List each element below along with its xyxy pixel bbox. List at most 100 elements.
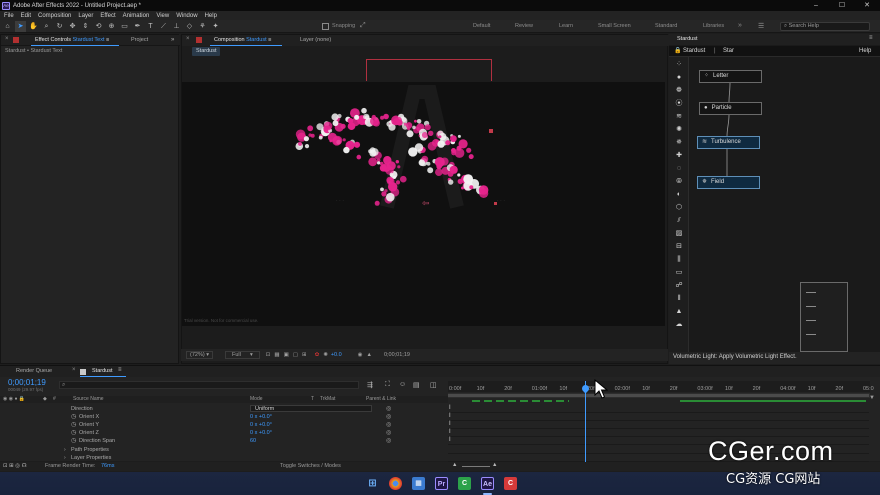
panel-overflow-icon[interactable]: » (171, 37, 174, 43)
field-node-icon[interactable]: ✵ (674, 138, 684, 148)
fractal-node-icon[interactable]: ⦀ (674, 294, 684, 304)
composition-viewer[interactable]: ⇦ · · · · · · Trial version. Not for com… (182, 82, 665, 326)
workspace-learn[interactable]: Learn (559, 23, 573, 29)
menu-effect[interactable]: Effect (100, 13, 115, 19)
menu-help[interactable]: Help (205, 13, 217, 19)
force-node-icon[interactable]: ✺ (674, 125, 684, 135)
cger-app-icon[interactable]: C (504, 477, 517, 490)
camtasia-icon[interactable]: C (458, 477, 471, 490)
premiere-pro-icon[interactable]: Pr (435, 477, 448, 490)
frame-blending-icon[interactable]: ▤ (413, 381, 420, 389)
home-icon[interactable]: ⌂ (2, 21, 13, 32)
menu-edit[interactable]: Edit (21, 13, 31, 19)
dolly-camera-icon[interactable]: ⇕ (80, 21, 91, 32)
snapshot-icon[interactable]: ◉ (358, 352, 363, 358)
rotation-tool-icon[interactable]: ⟲ (93, 21, 104, 32)
pan-camera-icon[interactable]: ✥ (67, 21, 78, 32)
expression-pickwhip-icon[interactable]: ◎ (386, 421, 391, 429)
draft-3d-icon[interactable]: ⛶ (385, 381, 390, 389)
camera-node-icon[interactable]: ⊟ (674, 242, 684, 252)
cone-node-icon[interactable]: ▲ (674, 307, 684, 317)
path-node-icon[interactable]: ⫽ (674, 216, 684, 226)
minimize-icon[interactable]: – (803, 0, 829, 11)
transparency-grid-icon[interactable]: ▦ (274, 352, 279, 358)
hand-tool-icon[interactable]: ✋ (28, 21, 39, 32)
node-field[interactable]: ✵ Field (697, 176, 760, 189)
workspace-default[interactable]: Default (473, 23, 490, 29)
viewer-timecode[interactable]: 0;00;01;19 (384, 352, 410, 358)
chrome-icon[interactable] (389, 477, 402, 490)
menu-composition[interactable]: Composition (38, 13, 71, 19)
workspace-review[interactable]: Review (515, 23, 533, 29)
anchor-point-tool-icon[interactable]: ⊕ (106, 21, 117, 32)
layer-property-row[interactable]: ◷ Direction Span 60 ◎ (0, 437, 448, 445)
menu-layer[interactable]: Layer (78, 13, 93, 19)
exposure-icon[interactable]: ✺ (323, 352, 328, 358)
zoom-dropdown[interactable]: (72%) ▾ (186, 351, 213, 359)
timeline-zoom-slider[interactable] (462, 466, 490, 467)
graph-row[interactable]: I (448, 413, 869, 422)
region-of-interest-icon[interactable]: ▢ (293, 352, 298, 358)
search-help-input[interactable]: ⌕ Search Help (780, 22, 870, 31)
breadcrumb-star[interactable]: Star (723, 48, 734, 54)
timeline-footer-toggles-icon[interactable]: ⊡ ⊞ ◎ ☊ (3, 463, 27, 469)
show-snapshot-icon[interactable]: ▲ (367, 352, 372, 358)
property-value[interactable]: 0 x +0.0° (250, 429, 272, 437)
stardust-help-link[interactable]: Help (859, 48, 871, 54)
timeline-current-time[interactable]: 0;00;01;19 (8, 378, 46, 387)
stopwatch-icon[interactable]: ◷ (71, 413, 76, 421)
roto-brush-icon[interactable]: ⚘ (197, 21, 208, 32)
zoom-out-icon[interactable]: ▲ (452, 462, 457, 468)
exposure-value[interactable]: +0.0 (331, 352, 342, 358)
turbulence-node-icon[interactable]: ≋ (674, 112, 684, 122)
shade-node-icon[interactable]: ◐ (674, 190, 684, 200)
col-parent-link[interactable]: Parent & Link (366, 396, 396, 402)
col-t[interactable]: T (311, 396, 314, 402)
shy-layers-icon[interactable]: ☺ (399, 381, 406, 388)
workspace-standard[interactable]: Standard (655, 23, 677, 29)
model-node-icon[interactable]: ⬡ (674, 203, 684, 213)
expression-pickwhip-icon[interactable]: ◎ (386, 437, 391, 445)
property-value[interactable]: 0 x +0.0° (250, 413, 272, 421)
label-column-icon[interactable]: ◆ (43, 396, 47, 402)
expression-pickwhip-icon[interactable]: ◎ (386, 405, 391, 413)
rectangle-tool-icon[interactable]: ▭ (119, 21, 130, 32)
col-source-name[interactable]: Source Name (73, 396, 104, 402)
av-switches-icon[interactable]: ◉ ◉ ● 🔒 (3, 396, 25, 402)
orbit-camera-icon[interactable]: ↻ (54, 21, 65, 32)
distort-node-icon[interactable]: ☍ (674, 281, 684, 291)
brush-tool-icon[interactable]: ⟋ (158, 21, 169, 32)
node-particle[interactable]: ● Particle (699, 102, 762, 115)
property-value[interactable]: 0 x +0.0° (250, 421, 272, 429)
graph-row[interactable]: I (448, 421, 869, 430)
toggle-switches-modes[interactable]: Toggle Switches / Modes (280, 463, 341, 469)
color-channels-icon[interactable]: ✿ (315, 352, 320, 358)
resolution-dropdown[interactable]: Full ▾ (224, 351, 260, 359)
node-letter[interactable]: ⁘ Letter (699, 70, 762, 83)
layer-property-row[interactable]: › Path Properties (0, 446, 448, 454)
pen-tool-icon[interactable]: ✒ (132, 21, 143, 32)
type-tool-icon[interactable]: T (145, 21, 156, 32)
tab-render-queue[interactable]: Render Queue (12, 366, 56, 377)
stopwatch-icon[interactable]: ◷ (71, 437, 76, 445)
eraser-tool-icon[interactable]: ◇ (184, 21, 195, 32)
light-node-icon[interactable]: ⫼ (674, 255, 684, 265)
grid-guides-icon[interactable]: ⊞ (302, 352, 307, 358)
col-mode[interactable]: Mode (250, 396, 263, 402)
volumetric-light-node-icon[interactable]: ☁ (674, 320, 684, 330)
selection-tool-icon[interactable]: ➤ (15, 20, 26, 32)
comp-tab-menu-icon[interactable]: ≡ (268, 37, 271, 43)
comp-subtab-stardust[interactable]: Stardust (192, 47, 221, 56)
menu-animation[interactable]: Animation (123, 13, 150, 19)
workspace-small-screen[interactable]: Small Screen (598, 23, 631, 29)
graph-editor-icon[interactable]: ◫ (430, 381, 437, 389)
twirl-arrow-icon[interactable]: › (64, 454, 66, 462)
maximize-icon[interactable]: ☐ (829, 0, 855, 11)
tab-project[interactable]: Project (127, 35, 152, 46)
fast-previews-icon[interactable]: ⊡ (266, 352, 271, 358)
expression-pickwhip-icon[interactable]: ◎ (386, 413, 391, 421)
tab-layer[interactable]: Layer (none) (296, 35, 335, 46)
replicator-node-icon[interactable]: ⦿ (674, 99, 684, 109)
zoom-in-icon[interactable]: ▲ (492, 462, 497, 468)
menu-view[interactable]: View (156, 13, 169, 19)
